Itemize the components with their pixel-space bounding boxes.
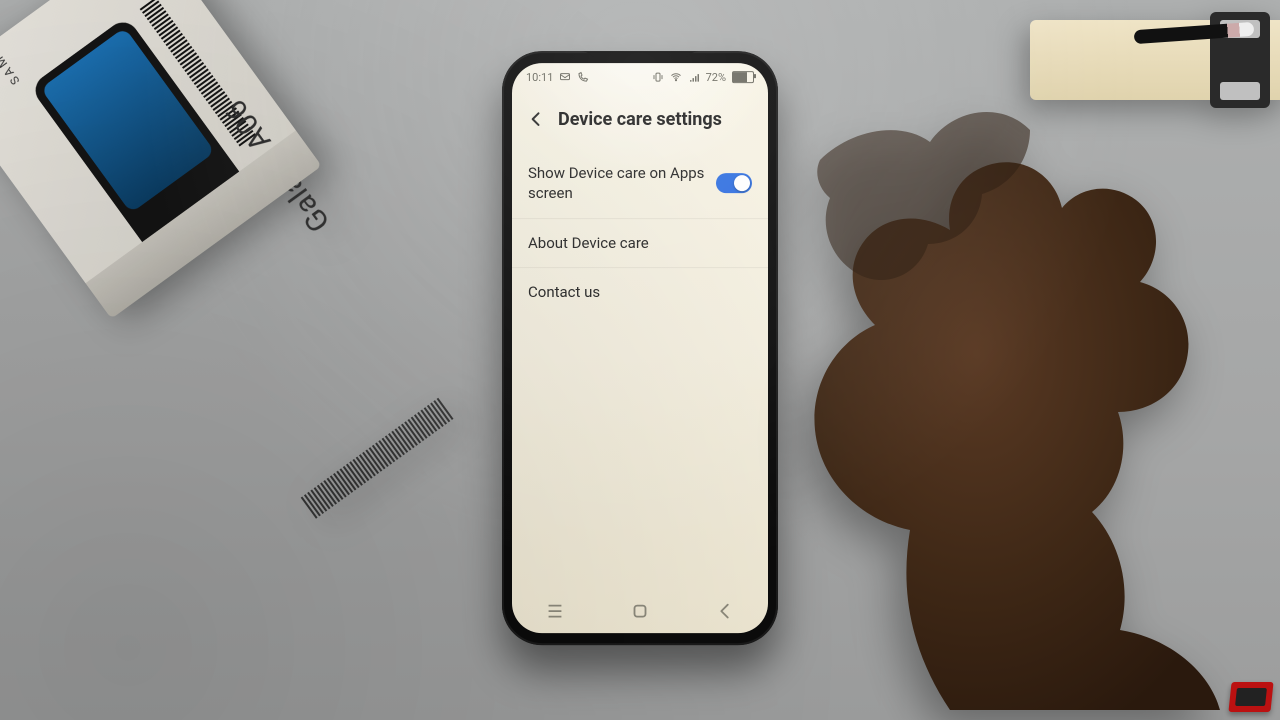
human-hand <box>700 90 1220 710</box>
product-box-top: SAMSUNG Galaxy A06 <box>0 0 302 291</box>
home-icon <box>629 600 651 622</box>
row-label: Show Device care on Apps screen <box>528 163 708 204</box>
status-time: 10:11 <box>526 71 553 84</box>
phone-notch <box>580 51 700 77</box>
battery-icon <box>732 71 754 83</box>
message-icon <box>559 71 571 83</box>
product-box-phone-art <box>29 16 255 265</box>
toggle-knob-icon <box>734 175 750 191</box>
product-box-side <box>86 130 322 318</box>
toggle-show-on-apps[interactable] <box>716 173 752 193</box>
status-bar: 10:11 72% <box>512 63 768 91</box>
phone-speaker <box>613 63 667 69</box>
nav-home-button[interactable] <box>629 600 651 622</box>
nav-back-button[interactable] <box>714 600 736 622</box>
back-button[interactable] <box>526 109 546 129</box>
hinge-icon <box>1210 12 1270 108</box>
wooden-jig <box>990 0 1280 130</box>
battery-percent: 72% <box>706 71 726 84</box>
recents-icon <box>544 600 566 622</box>
barcode-icon <box>301 398 454 519</box>
product-box: SAMSUNG Galaxy A06 <box>0 0 397 380</box>
row-label: Contact us <box>528 282 600 302</box>
row-contact-us[interactable]: Contact us <box>512 268 768 316</box>
signal-icon <box>688 71 700 83</box>
product-box-model: Galaxy A06 <box>218 92 338 238</box>
row-about-device-care[interactable]: About Device care <box>512 219 768 268</box>
phone-screen: 10:11 72% Device care settings <box>512 63 768 633</box>
row-label: About Device care <box>528 233 649 253</box>
page-title: Device care settings <box>558 109 722 130</box>
page-header: Device care settings <box>512 93 768 145</box>
android-nav-bar <box>512 589 768 633</box>
phone-device: 10:11 72% Device care settings <box>502 51 778 645</box>
chevron-left-icon <box>526 109 546 129</box>
stylus-pen <box>1134 22 1255 44</box>
product-box-brand: SAMSUNG <box>0 16 23 87</box>
chevron-left-icon <box>714 600 736 622</box>
row-show-on-apps[interactable]: Show Device care on Apps screen <box>512 149 768 219</box>
phone-icon <box>577 71 589 83</box>
vibrate-icon <box>652 71 664 83</box>
scene-photo: SAMSUNG Galaxy A06 10:11 <box>0 0 1280 720</box>
settings-list: Show Device care on Apps screen About De… <box>512 149 768 316</box>
wifi-icon <box>670 71 682 83</box>
wood-plank <box>1030 20 1280 100</box>
barcode-icon <box>140 0 256 147</box>
channel-logo-icon <box>1228 682 1273 712</box>
nav-recents-button[interactable] <box>544 600 566 622</box>
